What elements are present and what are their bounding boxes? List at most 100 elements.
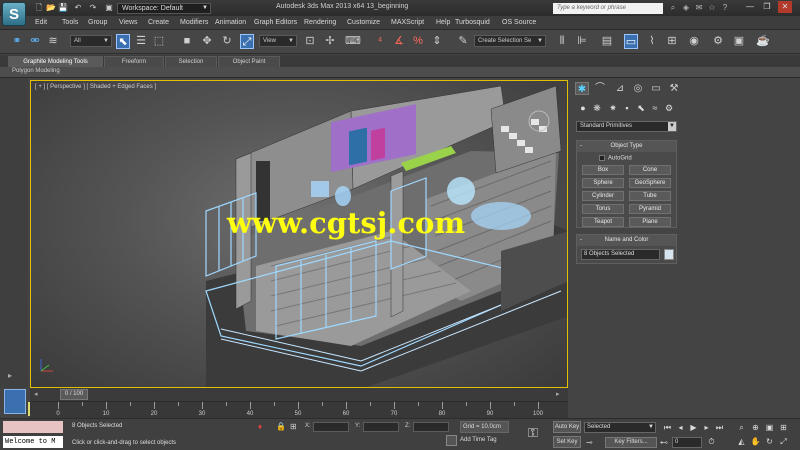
named-selection-dropdown[interactable]: Create Selection Se ▼	[474, 35, 546, 47]
menu-help[interactable]: Help	[436, 19, 450, 26]
viewport-label[interactable]: [ + ] [ Perspective ] [ Shaded + Edged F…	[35, 84, 156, 90]
time-slider-thumb[interactable]: 0 / 100	[60, 389, 88, 400]
selection-lock-icon[interactable]: 🔒	[276, 422, 286, 431]
motion-tab-icon[interactable]: ◎	[631, 82, 645, 95]
teapot-button[interactable]: Teapot	[582, 217, 624, 227]
add-time-tag-button[interactable]: Add Time Tag	[460, 437, 497, 443]
isolate-selection-icon[interactable]: ♦	[258, 422, 262, 431]
selection-filter-dropdown[interactable]: All ▼	[70, 35, 112, 47]
search-input[interactable]: Type a keyword or phrase	[553, 3, 663, 14]
subscription-icon[interactable]: ◈	[681, 3, 691, 13]
menu-maxscript[interactable]: MAXScript	[391, 19, 424, 26]
cylinder-button[interactable]: Cylinder	[582, 191, 624, 201]
percent-snap-icon[interactable]: %	[411, 34, 425, 49]
help-icon[interactable]: ?	[720, 3, 730, 13]
key-filter-icon[interactable]: ⊸	[586, 438, 593, 447]
viewport-layout-icon[interactable]: ▸	[8, 371, 12, 380]
previous-frame-icon[interactable]: ◂	[34, 389, 42, 400]
minimize-button[interactable]: —	[743, 1, 757, 13]
geosphere-button[interactable]: GeoSphere	[629, 178, 671, 188]
maxscript-listener-output[interactable]: Welcome to M	[3, 436, 63, 448]
close-button[interactable]: ✕	[778, 1, 792, 13]
time-tag-icon[interactable]	[446, 435, 457, 446]
workspace-dropdown[interactable]: Workspace: Default ▼	[117, 3, 211, 14]
y-coord-field[interactable]	[363, 422, 399, 432]
time-slider[interactable]: ◂ 0 / 100 ▸	[30, 388, 568, 401]
unlink-selection-icon[interactable]: ⚮	[28, 34, 42, 49]
field-of-view-icon[interactable]: ◭	[736, 436, 747, 448]
select-and-scale-icon[interactable]: ⤢	[240, 34, 254, 49]
zoom-all-icon[interactable]: ⊕	[750, 422, 761, 433]
spinner-snap-icon[interactable]: ⇕	[430, 34, 444, 49]
absolute-mode-icon[interactable]: ⊞	[290, 422, 297, 431]
z-coord-field[interactable]	[413, 422, 449, 432]
menu-animation[interactable]: Animation	[215, 19, 246, 26]
snaps-toggle-icon[interactable]: ⁴	[373, 34, 387, 49]
object-name-field[interactable]: 8 Objects Selected	[581, 249, 660, 260]
tab-object-paint[interactable]: Object Paint	[218, 56, 280, 67]
key-mode-dropdown[interactable]: Selected ▼	[584, 422, 656, 433]
render-production-icon[interactable]: ☕	[756, 34, 770, 49]
zoom-icon[interactable]: ⌕	[736, 422, 747, 433]
helpers-icon[interactable]: ⬉	[635, 102, 647, 114]
menu-create[interactable]: Create	[148, 19, 169, 26]
select-and-move-icon[interactable]: ✥	[200, 34, 214, 49]
new-icon[interactable]: 🗋	[34, 3, 44, 13]
box-button[interactable]: Box	[582, 165, 624, 175]
rectangular-selection-icon[interactable]: ⬚	[152, 34, 166, 49]
cameras-icon[interactable]: ▪	[621, 102, 633, 114]
object-color-swatch[interactable]	[664, 249, 674, 260]
select-by-name-icon[interactable]: ☰	[134, 34, 148, 49]
align-icon[interactable]: ⊫	[575, 34, 589, 49]
tab-graphite-modeling-tools[interactable]: Graphite Modeling Tools	[8, 56, 103, 67]
menu-tools[interactable]: Tools	[62, 19, 78, 26]
zoom-extents-icon[interactable]: ▣	[764, 422, 775, 433]
orbit-icon[interactable]: ↻	[764, 436, 775, 448]
mini-listener-icon[interactable]	[4, 389, 26, 414]
undo-icon[interactable]: ↶	[73, 3, 83, 13]
track-bar[interactable]: 0 10 20 30 40 50 60 70 80 90 100	[30, 401, 568, 418]
bind-to-space-warp-icon[interactable]: ≋	[46, 34, 60, 49]
sphere-button[interactable]: Sphere	[582, 178, 624, 188]
communication-icon[interactable]: ✉	[694, 3, 704, 13]
search-icon[interactable]: ⌕	[668, 3, 678, 13]
name-and-color-header[interactable]: - Name and Color	[577, 235, 676, 246]
current-frame-field[interactable]: 0	[672, 437, 702, 448]
menu-edit[interactable]: Edit	[35, 19, 47, 26]
reference-coordinate-dropdown[interactable]: View ▼	[259, 35, 297, 47]
object-type-header[interactable]: - Object Type	[577, 141, 676, 152]
mirror-icon[interactable]: ⫴	[555, 34, 569, 49]
maxscript-mini-listener[interactable]	[3, 421, 63, 433]
key-filters-button[interactable]: Key Filters...	[605, 437, 657, 448]
menu-turbosquid[interactable]: Turbosquid	[455, 19, 490, 26]
primitive-category-dropdown[interactable]: Standard Primitives ▼	[576, 121, 677, 132]
angle-snap-icon[interactable]: ∡	[392, 34, 406, 49]
window-crossing-icon[interactable]: ■	[180, 34, 194, 49]
favorites-icon[interactable]: ☆	[707, 3, 717, 13]
layer-manager-icon[interactable]: ▤	[600, 34, 614, 49]
auto-key-button[interactable]: Auto Key	[553, 421, 581, 433]
tube-button[interactable]: Tube	[629, 191, 671, 201]
schematic-view-icon[interactable]: ⊞	[665, 34, 679, 49]
create-tab-icon[interactable]: ✱	[575, 82, 589, 95]
rendered-frame-window-icon[interactable]: ▣	[732, 34, 746, 49]
previous-key-icon[interactable]: ◂	[675, 422, 686, 433]
geometry-icon[interactable]: ●	[577, 102, 589, 114]
pyramid-button[interactable]: Pyramid	[629, 204, 671, 214]
render-setup-icon[interactable]: ⚙	[711, 34, 725, 49]
hierarchy-tab-icon[interactable]: ⊿	[613, 82, 627, 95]
maximize-viewport-icon[interactable]: ⤢	[778, 436, 789, 448]
select-object-icon[interactable]: ⬉	[116, 34, 130, 49]
tab-selection[interactable]: Selection	[165, 56, 217, 67]
lights-icon[interactable]: ✷	[607, 102, 619, 114]
select-and-manipulate-icon[interactable]: ✢	[323, 34, 337, 49]
menu-os-source[interactable]: OS Source	[502, 19, 536, 26]
go-to-start-icon[interactable]: ⏮	[662, 422, 673, 433]
menu-rendering[interactable]: Rendering	[304, 19, 336, 26]
display-tab-icon[interactable]: ▭	[649, 82, 663, 95]
time-configuration-icon[interactable]: ⏱	[706, 436, 717, 448]
plane-button[interactable]: Plane	[629, 217, 671, 227]
shapes-icon[interactable]: ❋	[591, 102, 603, 114]
go-to-end-icon[interactable]: ⏭	[714, 422, 725, 433]
pivot-center-icon[interactable]: ⊡	[303, 34, 317, 49]
